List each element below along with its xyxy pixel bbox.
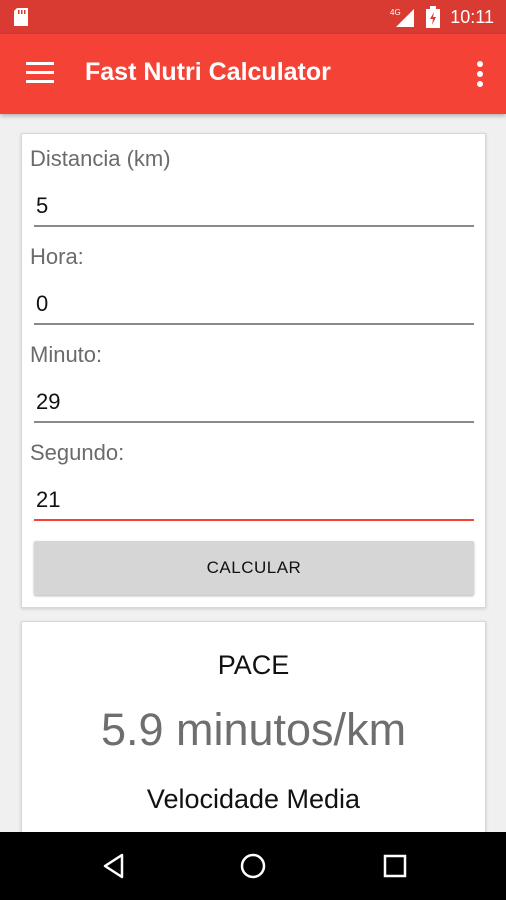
minute-input[interactable] <box>34 383 474 423</box>
recents-icon[interactable] <box>381 852 409 880</box>
average-speed-title: Velocidade Media <box>146 784 361 814</box>
app-bar: Fast Nutri Calculator <box>0 34 506 114</box>
distance-label: Distancia (km) <box>30 146 171 171</box>
hour-label: Hora: <box>30 244 84 269</box>
sdcard-icon <box>14 8 28 26</box>
calculate-button[interactable]: CALCULAR <box>34 541 474 595</box>
pace-title: PACE <box>217 650 290 680</box>
app-title: Fast Nutri Calculator <box>85 58 331 86</box>
more-vert-icon[interactable] <box>476 60 484 88</box>
minute-label: Minuto: <box>30 342 103 367</box>
signal-icon: 4G <box>390 8 415 27</box>
second-input[interactable] <box>34 481 474 521</box>
hour-input[interactable] <box>34 285 474 325</box>
back-icon[interactable] <box>100 852 128 880</box>
home-icon[interactable] <box>239 852 267 880</box>
result-card: PACE 5.9 minutos/km Velocidade Media <box>21 621 486 861</box>
status-bar: 4G 10:11 <box>0 0 506 34</box>
navigation-bar <box>0 832 506 900</box>
second-label: Segundo: <box>30 440 125 465</box>
input-card: Distancia (km) Hora: Minuto: Segundo: CA… <box>21 133 486 608</box>
distance-input[interactable] <box>34 187 474 227</box>
status-time: 10:11 <box>450 6 494 27</box>
hamburger-menu-icon[interactable] <box>26 62 54 84</box>
network-type-label: 4G <box>390 8 401 17</box>
pace-value: 5.9 minutos/km <box>100 704 407 755</box>
battery-icon <box>426 6 441 28</box>
